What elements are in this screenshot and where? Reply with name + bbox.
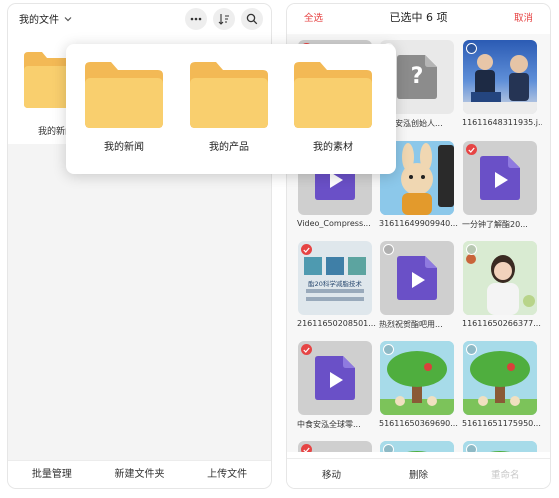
folder-icon [190,62,268,128]
media-tile[interactable] [463,441,537,452]
media-tile[interactable] [463,341,537,415]
media-tile[interactable] [380,441,454,452]
file-browser-toolbar: 批量管理 新建文件夹 上传文件 [8,460,271,488]
batch-manage-button[interactable]: 批量管理 [8,461,96,488]
unselected-circle-icon[interactable] [383,444,394,452]
selected-check-icon[interactable] [466,144,477,155]
select-all-button[interactable]: 全选 [304,10,323,24]
media-tile-label: 热烈祝贺酯吧用... [379,320,443,329]
cancel-button[interactable]: 取消 [514,10,533,24]
delete-button[interactable]: 删除 [409,467,428,481]
media-tile[interactable] [298,441,372,452]
media-tile-label: 中食安泓全球零... [297,420,361,429]
media-tile-label: 3161164990994​0... [379,219,458,228]
unselected-circle-icon[interactable] [466,344,477,355]
unselected-circle-icon[interactable] [466,244,477,255]
search-button[interactable] [241,8,263,30]
sort-button[interactable] [213,8,235,30]
search-icon [246,13,258,25]
media-tile[interactable]: 酯20科学减脂技术 [298,241,372,315]
video-file-icon [397,256,437,300]
file-browser-header: 我的文件 [8,4,271,32]
folder-picker-popup: 我的新闻 我的产品 我的素材 [66,44,396,174]
selected-check-icon[interactable] [301,244,312,255]
media-tile[interactable] [380,341,454,415]
popup-folder-materials[interactable]: 我的素材 [293,62,373,153]
unselected-circle-icon[interactable] [466,43,477,54]
media-tile-label: Video_Compress... [297,219,371,228]
media-tile[interactable] [463,40,537,114]
folder-icon [294,62,372,128]
folder-icon [85,62,163,128]
rename-button[interactable]: 重命名 [491,467,520,481]
unselected-circle-icon[interactable] [383,244,394,255]
new-folder-button[interactable]: 新建文件夹 [96,461,184,488]
folder-dropdown-label: 我的文件 [19,15,59,26]
media-tile[interactable] [463,141,537,215]
popup-folder-label: 我的素材 [313,142,353,153]
media-tile-label: 1161164831193​5.j... [462,118,542,127]
selected-check-icon[interactable] [301,344,312,355]
chevron-down-icon [64,16,72,21]
folder-dropdown[interactable]: 我的文件 [19,11,73,26]
sort-icon [218,14,229,25]
media-tile-label: 2161165020850​1... [297,319,376,328]
popup-folder-news[interactable]: 我的新闻 [84,62,164,153]
unselected-circle-icon[interactable] [466,444,477,452]
video-file-icon [315,356,355,400]
video-file-icon [480,156,520,200]
media-tile-label: 一分钟了解酯20... [462,220,528,229]
media-tile[interactable] [380,241,454,315]
move-button[interactable]: 移动 [322,467,341,481]
popup-folder-products[interactable]: 我的产品 [189,62,269,153]
popup-folder-label: 我的产品 [209,142,249,153]
media-tile-label: 5161165117595​0... [462,419,541,428]
photo-thumbnail-caption: 酯20科学减脂技术 [308,280,362,288]
more-icon [190,17,202,21]
unselected-circle-icon[interactable] [383,344,394,355]
selection-header: 已选中 6 项 全选 取消 [287,4,550,30]
selection-toolbar: 移动 删除 重命名 [287,458,550,488]
popup-folder-label: 我的新闻 [104,142,144,153]
media-tile-label: 1161165026637​7... [462,319,541,328]
selection-count-title: 已选中 6 项 [389,11,448,24]
more-button[interactable] [185,8,207,30]
media-tile-label: 5161165036969​0... [379,419,458,428]
media-tile[interactable] [298,341,372,415]
upload-file-button[interactable]: 上传文件 [183,461,271,488]
media-tile[interactable] [463,241,537,315]
selected-check-icon[interactable] [301,444,312,452]
